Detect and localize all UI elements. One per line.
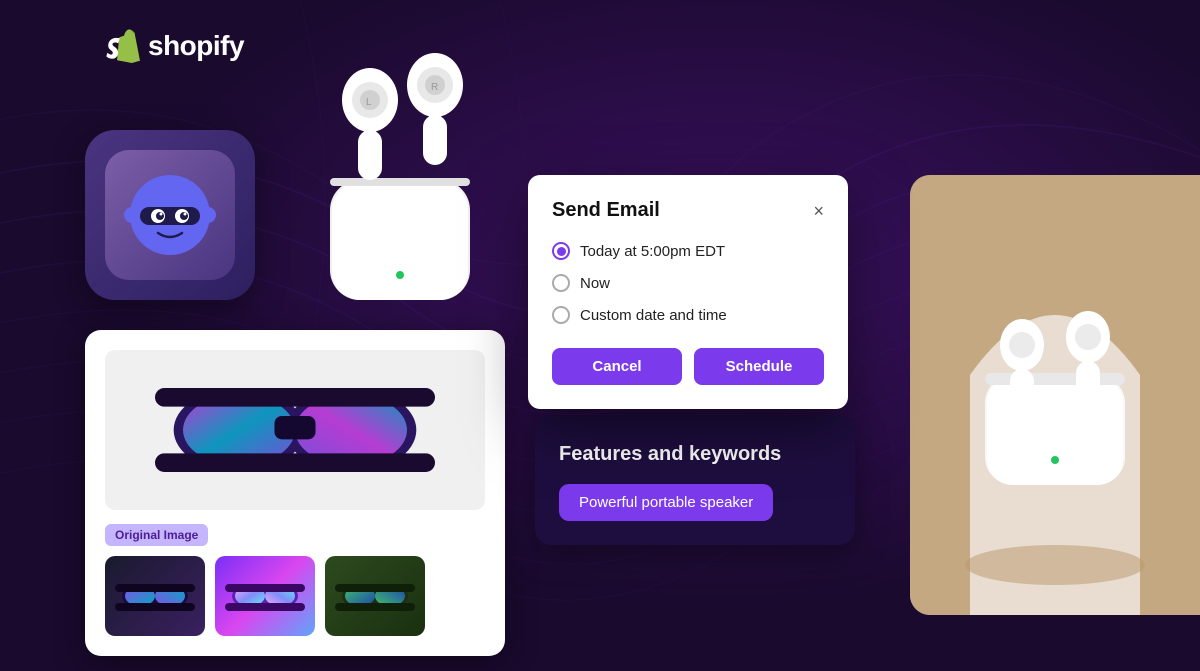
vr-goggles-main — [155, 360, 435, 500]
app-icon-inner — [105, 150, 235, 280]
thumbnail-row — [105, 556, 485, 636]
dialog-option-now[interactable]: Now — [552, 274, 824, 292]
dialog-header: Send Email × — [552, 199, 824, 222]
option-now-label: Now — [580, 275, 610, 292]
main-content: shopify — [0, 0, 1200, 671]
shopify-logo: shopify — [100, 24, 244, 68]
keyword-pill: Powerful portable speaker — [559, 484, 773, 521]
dialog-option-today[interactable]: Today at 5:00pm EDT — [552, 242, 824, 260]
main-image-area — [105, 350, 485, 510]
radio-today[interactable] — [552, 242, 570, 260]
radio-custom[interactable] — [552, 306, 570, 324]
svg-text:R: R — [431, 82, 438, 93]
radio-today-inner — [557, 247, 566, 256]
airpods-right-content — [910, 175, 1200, 615]
dialog-buttons: Cancel Schedule — [552, 348, 824, 385]
send-email-dialog: Send Email × Today at 5:00pm EDT Now Cus… — [528, 175, 848, 409]
ninja-icon — [120, 165, 220, 265]
option-today-label: Today at 5:00pm EDT — [580, 243, 725, 260]
dialog-option-custom[interactable]: Custom date and time — [552, 306, 824, 324]
airpods-top: L R — [310, 30, 490, 320]
image-editor-panel: Original Image — [85, 330, 505, 656]
option-custom-label: Custom date and time — [580, 307, 727, 324]
app-icon-card — [85, 130, 255, 300]
thumbnail-2[interactable] — [215, 556, 315, 636]
dialog-title: Send Email — [552, 199, 660, 222]
thumbnail-3[interactable] — [325, 556, 425, 636]
cancel-button[interactable]: Cancel — [552, 348, 682, 385]
dialog-options: Today at 5:00pm EDT Now Custom date and … — [552, 242, 824, 324]
dialog-close-button[interactable]: × — [813, 202, 824, 220]
shopify-icon — [100, 24, 140, 68]
features-keywords-card: Features and keywords Powerful portable … — [535, 415, 855, 545]
shopify-text: shopify — [148, 30, 244, 62]
airpods-right-panel — [910, 175, 1200, 615]
thumbnail-1[interactable] — [105, 556, 205, 636]
schedule-button[interactable]: Schedule — [694, 348, 824, 385]
radio-now[interactable] — [552, 274, 570, 292]
svg-text:L: L — [366, 97, 372, 108]
original-image-label: Original Image — [105, 524, 208, 546]
features-card-title: Features and keywords — [559, 443, 831, 466]
